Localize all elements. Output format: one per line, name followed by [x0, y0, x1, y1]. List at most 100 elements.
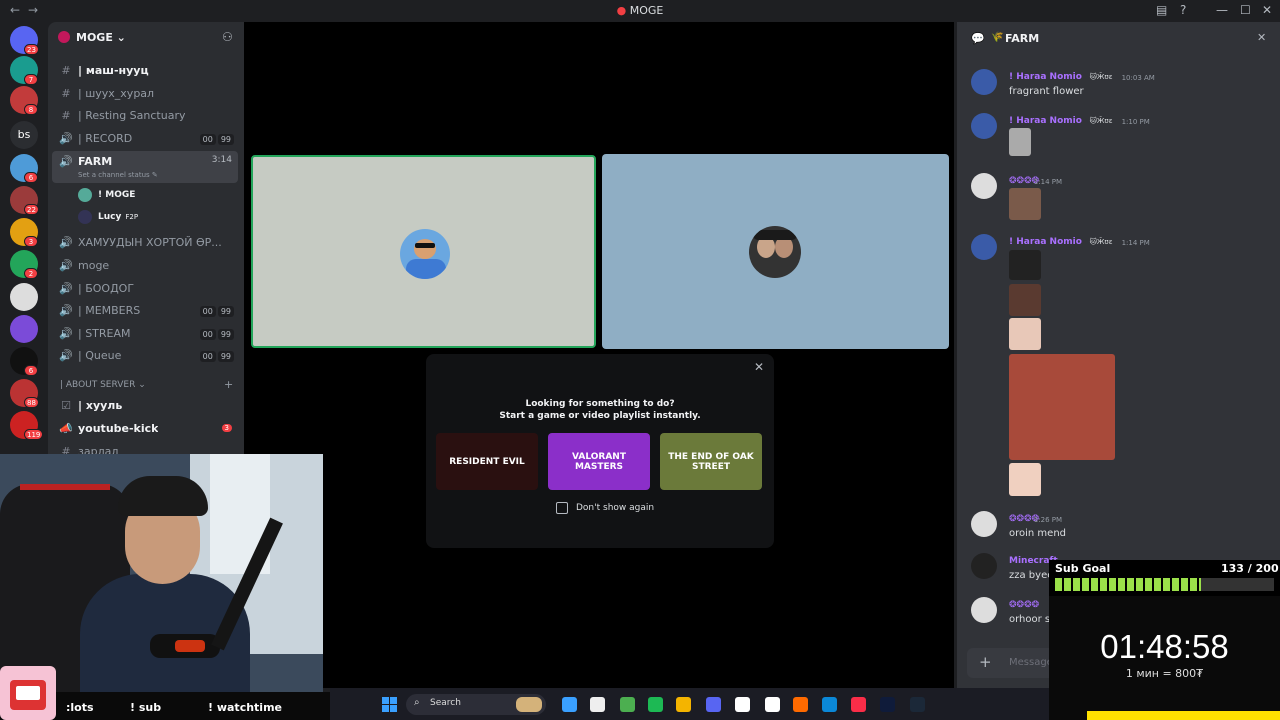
taskbar-app-icon[interactable] — [706, 697, 721, 712]
inbox-icon[interactable]: ▤ — [1156, 3, 1167, 17]
add-attachment-icon[interactable]: + — [979, 653, 992, 671]
maximize-button[interactable]: ☐ — [1240, 3, 1251, 17]
activity-card[interactable]: VALORANT MASTERS — [548, 433, 650, 490]
popup-title: Looking for something to do? — [525, 399, 675, 409]
taskbar-app-icon[interactable] — [590, 697, 605, 712]
emoji-image[interactable] — [1009, 284, 1041, 316]
emoji-image[interactable] — [1009, 463, 1041, 496]
video-tile-moge[interactable] — [251, 155, 596, 348]
server-icon[interactable] — [10, 283, 38, 311]
channel-name: | Resting Sanctuary — [78, 108, 186, 122]
invite-people-icon[interactable]: ⚇ — [222, 30, 233, 44]
category-about-server[interactable]: | ABOUT SERVER ⌄ — [60, 380, 146, 390]
taskbar-app-icon[interactable] — [851, 697, 866, 712]
windows-start-icon[interactable] — [382, 697, 397, 712]
avatar[interactable] — [971, 511, 997, 537]
channel-item[interactable]: 🔊 ХАМУУДЫН ХОРТОЙ ӨР... — [52, 232, 238, 252]
channel-item[interactable]: ☑ | хууль — [52, 395, 238, 415]
mascot-icon — [0, 666, 56, 720]
channel-item[interactable]: 🔊 | STREAM 00 99 — [52, 323, 238, 343]
sub-goal-value: 133 / 200 — [1221, 562, 1279, 575]
server-icon[interactable]: bs — [10, 121, 38, 149]
server-icon[interactable] — [10, 315, 38, 343]
channel-name: | маш-нууц — [78, 63, 149, 77]
taskbar-search[interactable]: ⌕ Search — [406, 694, 546, 715]
search-highlight-icon — [516, 697, 542, 712]
channel-item[interactable]: # | Resting Sanctuary — [52, 105, 238, 125]
taskbar-app-icon[interactable] — [648, 697, 663, 712]
server-badge: 7 — [24, 74, 38, 85]
command-watchtime: ! watchtime — [208, 701, 282, 714]
help-icon[interactable]: ? — [1180, 3, 1186, 17]
channel-limits: 00 99 — [198, 304, 234, 317]
emoji-image[interactable] — [1009, 318, 1041, 350]
stream-timer: 01:48:58 — [1100, 628, 1229, 665]
message-author[interactable]: ❂❂❂❂ — [1009, 600, 1039, 610]
server-header[interactable]: MOGE ⌄ ⚇ — [48, 22, 244, 56]
channel-item[interactable]: # | шуух_хурал — [52, 83, 238, 103]
channel-item[interactable]: 🔊 | RECORD 00 99 — [52, 128, 238, 148]
speaker-icon: 🔊 — [59, 258, 73, 272]
server-badge: 2 — [24, 268, 38, 279]
taskbar-app-icon[interactable] — [822, 697, 837, 712]
close-icon[interactable]: ✕ — [754, 360, 764, 374]
close-icon[interactable]: ✕ — [1257, 31, 1266, 44]
channel-item[interactable]: # | маш-нууц — [52, 60, 238, 80]
taskbar-app-icon[interactable] — [880, 697, 895, 712]
server-icon — [58, 31, 70, 43]
avatar[interactable] — [971, 173, 997, 199]
emoji-image[interactable] — [1009, 188, 1041, 220]
channel-status[interactable]: Set a channel status ✎ — [78, 171, 158, 179]
gif-image[interactable] — [1009, 354, 1115, 460]
voice-user[interactable]: Lucy F2P — [78, 208, 138, 226]
voice-timer: 3:14 — [211, 155, 232, 165]
server-badge: 3 — [24, 236, 38, 247]
emoji-image[interactable] — [1009, 250, 1041, 280]
channel-item[interactable]: 🔊 | Queue 00 99 — [52, 345, 238, 365]
activity-card[interactable]: RESIDENT EVIL — [436, 433, 538, 490]
message-author[interactable]: ! Haraa Nomio — [1009, 237, 1082, 247]
taskbar-app-icon[interactable] — [765, 697, 780, 712]
avatar[interactable] — [971, 113, 997, 139]
message-author[interactable]: ! Haraa Nomio — [1009, 116, 1082, 126]
channel-item[interactable]: # зарлал — [52, 441, 238, 455]
sub-goal-label: Sub Goal — [1055, 562, 1111, 575]
channel-item[interactable]: 📣 youtube-kick 3 — [52, 418, 238, 438]
avatar — [400, 229, 450, 279]
channel-item[interactable]: 🔊 moge — [52, 255, 238, 275]
avatar[interactable] — [971, 234, 997, 260]
taskbar-app-icon[interactable] — [562, 697, 577, 712]
channel-name: FARM — [78, 155, 113, 168]
taskbar-app-icon[interactable] — [793, 697, 808, 712]
hash-icon: # — [61, 108, 71, 122]
taskbar-app-icon[interactable] — [676, 697, 691, 712]
speaker-icon: 📣 — [59, 421, 73, 435]
mention-badge: 3 — [221, 424, 232, 432]
close-button[interactable]: ✕ — [1262, 3, 1272, 17]
avatar — [78, 188, 92, 202]
sticker-image[interactable] — [1009, 128, 1031, 156]
activity-card[interactable]: THE END OF OAK STREET — [660, 433, 762, 490]
video-tile-lucy[interactable] — [602, 154, 949, 349]
avatar[interactable] — [971, 597, 997, 623]
add-channel-icon[interactable]: + — [224, 378, 233, 391]
channel-limits: 00 99 — [198, 327, 234, 340]
avatar[interactable] — [971, 553, 997, 579]
channel-item[interactable]: 🔊 | БООДОГ — [52, 278, 238, 298]
channel-item[interactable]: 🔊 | MEMBERS 00 99 — [52, 300, 238, 320]
rate-label: 1 мин = 800₮ — [1125, 667, 1204, 680]
taskbar-app-icon[interactable] — [620, 697, 635, 712]
channel-name: | RECORD — [78, 131, 133, 145]
channel-name: youtube-kick — [78, 421, 159, 435]
popup-subtitle: Start a game or video playlist instantly… — [499, 411, 701, 421]
minimize-button[interactable]: — — [1216, 3, 1228, 17]
taskbar-app-icon[interactable] — [910, 697, 925, 712]
channel-name: | Queue — [78, 348, 122, 362]
message-timestamp: 1:10 PM — [1121, 118, 1150, 126]
avatar[interactable] — [971, 69, 997, 95]
server-badge: 88 — [24, 397, 39, 408]
voice-user[interactable]: ! MOGE — [78, 186, 135, 204]
dont-show-checkbox[interactable] — [556, 502, 568, 514]
taskbar-app-icon[interactable] — [735, 697, 750, 712]
message-author[interactable]: ! Haraa Nomio — [1009, 72, 1082, 82]
